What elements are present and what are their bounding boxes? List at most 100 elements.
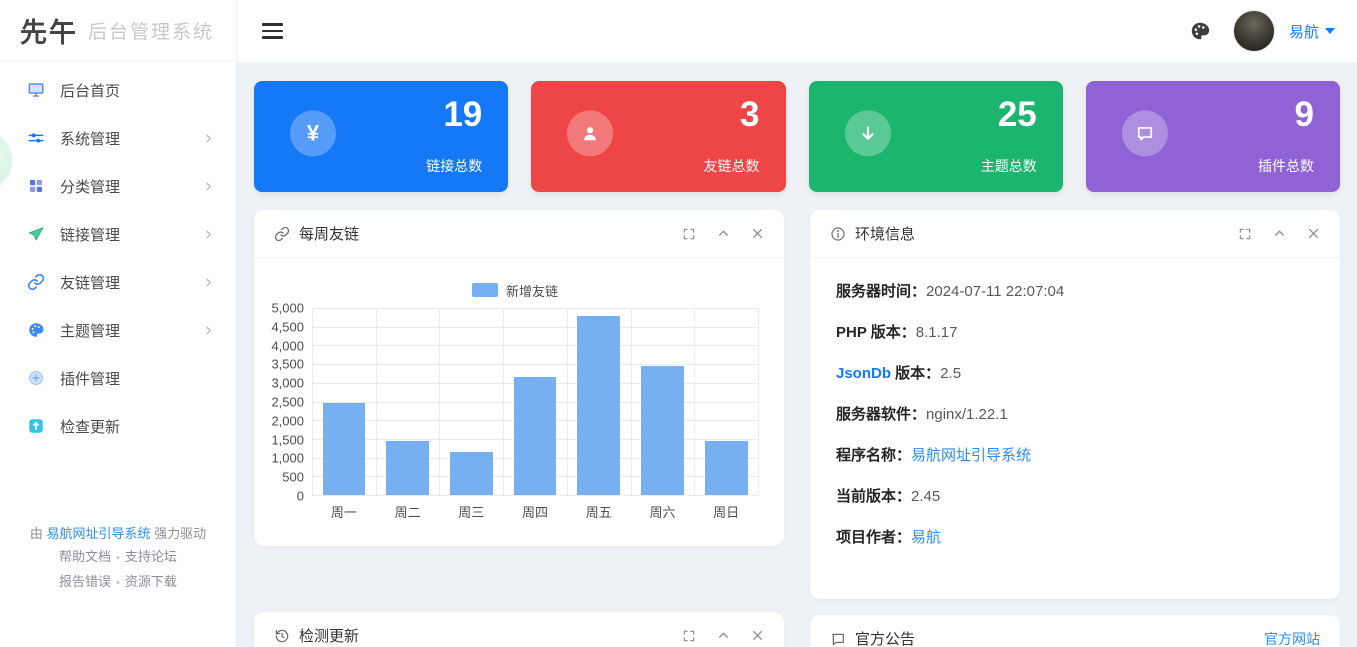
env-text: 程序名称： [836, 447, 911, 464]
close-icon[interactable] [751, 227, 764, 240]
y-tick-label: 4,000 [271, 338, 304, 353]
sliders-icon [26, 129, 45, 148]
chevron-right-icon [203, 181, 214, 192]
caret-down-icon[interactable] [1325, 28, 1335, 34]
info-icon [830, 226, 846, 242]
y-tick-label: 3,000 [271, 376, 304, 391]
env-info-row: PHP 版本：8.1.17 [836, 321, 1314, 345]
chevron-right-icon [203, 229, 214, 240]
stat-card: ¥19链接总数 [254, 81, 508, 192]
y-tick-label: 3,500 [271, 357, 304, 372]
panel-title: 环境信息 [855, 223, 915, 244]
y-tick-label: 5,000 [271, 301, 304, 316]
sidebar-item-category[interactable]: 分类管理 [0, 162, 236, 210]
sidebar-item-system[interactable]: 系统管理 [0, 114, 236, 162]
x-tick-label: 周三 [439, 502, 503, 521]
stat-value: 3 [740, 95, 759, 135]
official-site-link[interactable]: 官方网站 [1264, 629, 1320, 647]
yen-icon: ¥ [290, 110, 336, 156]
sidebar-item-update[interactable]: 检查更新 [0, 402, 236, 450]
collapse-icon[interactable] [717, 227, 730, 240]
env-link[interactable]: 易航 [911, 529, 941, 546]
x-tick-label: 周二 [376, 502, 440, 521]
collapse-icon[interactable] [717, 629, 730, 642]
x-tick-label: 周六 [631, 502, 695, 521]
announcement-panel: 官方公告 官方网站 [810, 615, 1340, 647]
y-tick-label: 1,000 [271, 451, 304, 466]
env-text: 2.5 [940, 365, 961, 382]
env-text: nginx/1.22.1 [926, 406, 1008, 423]
sidebar-item-label: 系统管理 [60, 128, 203, 149]
powered-by-line: 由 易航网址引导系统 强力驱动 [0, 522, 236, 545]
y-tick-label: 0 [297, 489, 304, 504]
collapse-icon[interactable] [1273, 227, 1286, 240]
footer-link[interactable]: 资源下载 [125, 574, 177, 589]
username[interactable]: 易航 [1289, 21, 1319, 42]
env-info-row: 程序名称：易航网址引导系统 [836, 444, 1314, 468]
hamburger-icon[interactable] [256, 13, 289, 49]
user-icon [567, 110, 613, 156]
fullscreen-icon[interactable] [682, 629, 696, 643]
close-icon[interactable] [751, 629, 764, 642]
chevron-right-icon [203, 325, 214, 336]
fullscreen-icon[interactable] [682, 227, 696, 241]
env-info-row: 服务器软件：nginx/1.22.1 [836, 403, 1314, 427]
sidebar: 先午 后台管理系统 后台首页系统管理分类管理链接管理友链管理主题管理插件管理检查… [0, 0, 237, 647]
stat-label: 链接总数 [426, 156, 482, 176]
env-link[interactable]: JsonDb [836, 365, 891, 382]
x-tick-label: 周五 [567, 502, 631, 521]
env-text: 当前版本： [836, 488, 911, 505]
close-icon[interactable] [1307, 227, 1320, 240]
weekly-links-panel: 每周友链 新增友链 5,000 4,500 4,000 3,500 3,000 2,500… [254, 210, 784, 546]
main-content: ¥19链接总数3友链总数 25 主题总数 9插件总数 每周友链 新增友链 5,000 4… [237, 62, 1357, 647]
sidebar-item-label: 友链管理 [60, 272, 203, 293]
stat-label: 主题总数 [981, 156, 1037, 176]
fullscreen-icon[interactable] [1238, 227, 1252, 241]
sidebar-item-friendlink[interactable]: 友链管理 [0, 258, 236, 306]
grid-icon [26, 177, 45, 196]
env-info-row: 服务器时间：2024-07-11 22:07:04 [836, 280, 1314, 304]
env-text: 服务器软件： [836, 406, 926, 423]
chart-plot [312, 308, 758, 496]
stat-card: 3友链总数 [531, 81, 785, 192]
sidebar-item-home[interactable]: 后台首页 [0, 66, 236, 114]
arrow-down-icon [845, 110, 891, 156]
footer-link[interactable]: 帮助文档 [59, 549, 111, 564]
upload-icon [26, 417, 45, 436]
stat-label: 插件总数 [1258, 156, 1314, 176]
sidebar-item-plugin[interactable]: 插件管理 [0, 354, 236, 402]
chart-legend[interactable]: 新增友链 [260, 282, 770, 298]
palette-icon[interactable] [1189, 20, 1211, 42]
env-text: PHP 版本： [836, 324, 916, 341]
topbar: 易航 [237, 0, 1357, 62]
panel-title: 官方公告 [855, 628, 915, 647]
chart-bar [386, 441, 429, 495]
footer-links-row1: 帮助文档•支持论坛 [0, 545, 236, 570]
stat-card: 9插件总数 [1086, 81, 1340, 192]
legend-label: 新增友链 [506, 281, 558, 300]
env-info-row: 项目作者：易航 [836, 526, 1314, 550]
y-tick-label: 4,500 [271, 319, 304, 334]
chart-bar [323, 403, 366, 495]
environment-panel: 环境信息 服务器时间：2024-07-11 22:07:04 PHP 版本：8.1… [810, 210, 1340, 599]
sidebar-item-link[interactable]: 链接管理 [0, 210, 236, 258]
footer-links-row2: 报告错误•资源下载 [0, 570, 236, 595]
sidebar-item-label: 后台首页 [60, 80, 214, 101]
sidebar-item-theme[interactable]: 主题管理 [0, 306, 236, 354]
palette2-icon [26, 321, 45, 340]
env-text: 项目作者： [836, 529, 911, 546]
chart-y-axis: 5,0004,5004,0003,5003,0002,5002,0001,500… [260, 308, 304, 496]
footer-link[interactable]: 支持论坛 [125, 549, 177, 564]
footer-link[interactable]: 报告错误 [59, 574, 111, 589]
weekly-links-chart: 新增友链 5,0004,5004,0003,5003,0002,5002,000… [254, 258, 784, 521]
stat-value: 25 [998, 95, 1037, 135]
panel-title: 每周友链 [299, 223, 359, 244]
avatar[interactable] [1233, 10, 1275, 52]
env-text: 8.1.17 [916, 324, 958, 341]
chart-bar [641, 366, 684, 495]
powered-by-link[interactable]: 易航网址引导系统 [46, 526, 150, 541]
env-link[interactable]: 易航网址引导系统 [911, 447, 1031, 464]
chart-bar [577, 316, 620, 495]
sidebar-menu: 后台首页系统管理分类管理链接管理友链管理主题管理插件管理检查更新 [0, 62, 236, 450]
y-tick-label: 2,500 [271, 395, 304, 410]
